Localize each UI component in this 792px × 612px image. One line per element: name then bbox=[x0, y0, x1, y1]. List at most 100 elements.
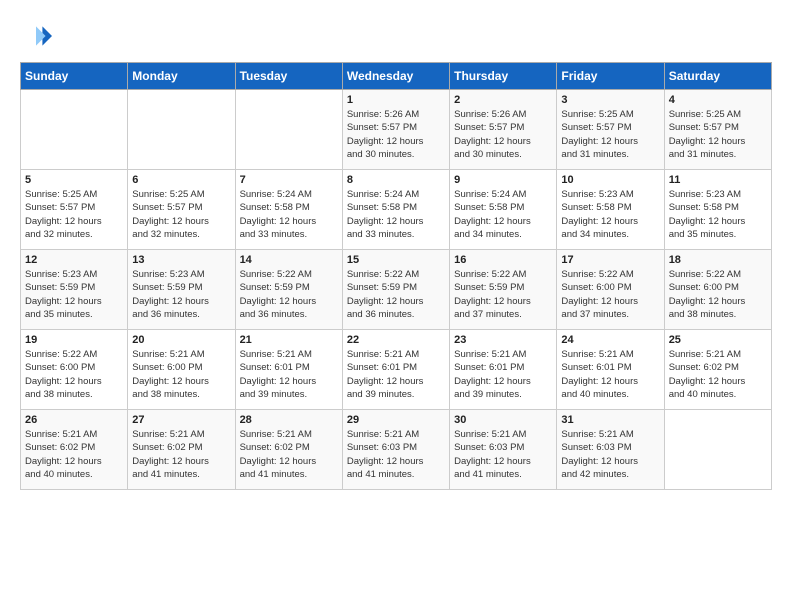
day-number: 31 bbox=[561, 414, 659, 426]
day-number: 23 bbox=[454, 334, 552, 346]
day-cell: 24 Sunrise: 5:21 AM Sunset: 6:01 PM Dayli… bbox=[557, 330, 664, 410]
column-header-saturday: Saturday bbox=[664, 63, 771, 90]
day-number: 2 bbox=[454, 94, 552, 106]
day-number: 19 bbox=[25, 334, 123, 346]
day-info: Sunrise: 5:24 AM Sunset: 5:58 PM Dayligh… bbox=[347, 188, 445, 241]
day-number: 10 bbox=[561, 174, 659, 186]
day-info: Sunrise: 5:23 AM Sunset: 5:58 PM Dayligh… bbox=[669, 188, 767, 241]
day-cell: 23 Sunrise: 5:21 AM Sunset: 6:01 PM Dayli… bbox=[450, 330, 557, 410]
day-cell: 20 Sunrise: 5:21 AM Sunset: 6:00 PM Dayli… bbox=[128, 330, 235, 410]
day-number: 24 bbox=[561, 334, 659, 346]
day-number: 3 bbox=[561, 94, 659, 106]
day-info: Sunrise: 5:21 AM Sunset: 6:02 PM Dayligh… bbox=[132, 428, 230, 481]
day-info: Sunrise: 5:21 AM Sunset: 6:03 PM Dayligh… bbox=[347, 428, 445, 481]
day-cell: 18Sunrise: 5:22 AM Sunset: 6:00 PM Dayli… bbox=[664, 250, 771, 330]
calendar-table: SundayMondayTuesdayWednesdayThursdayFrid… bbox=[20, 62, 772, 490]
day-cell: 27 Sunrise: 5:21 AM Sunset: 6:02 PM Dayli… bbox=[128, 410, 235, 490]
day-cell: 4 Sunrise: 5:25 AM Sunset: 5:57 PM Daylig… bbox=[664, 90, 771, 170]
day-info: Sunrise: 5:22 AM Sunset: 5:59 PM Dayligh… bbox=[454, 268, 552, 321]
day-cell: 31 Sunrise: 5:21 AM Sunset: 6:03 PM Dayli… bbox=[557, 410, 664, 490]
day-number: 7 bbox=[240, 174, 338, 186]
day-cell: 28 Sunrise: 5:21 AM Sunset: 6:02 PM Dayli… bbox=[235, 410, 342, 490]
day-number: 27 bbox=[132, 414, 230, 426]
day-number: 9 bbox=[454, 174, 552, 186]
column-header-monday: Monday bbox=[128, 63, 235, 90]
day-info: Sunrise: 5:21 AM Sunset: 6:03 PM Dayligh… bbox=[454, 428, 552, 481]
day-number: 21 bbox=[240, 334, 338, 346]
day-info: Sunrise: 5:26 AM Sunset: 5:57 PM Dayligh… bbox=[347, 108, 445, 161]
day-info: Sunrise: 5:21 AM Sunset: 6:01 PM Dayligh… bbox=[347, 348, 445, 401]
day-info: Sunrise: 5:21 AM Sunset: 6:02 PM Dayligh… bbox=[25, 428, 123, 481]
day-info: Sunrise: 5:22 AM Sunset: 6:00 PM Dayligh… bbox=[25, 348, 123, 401]
day-info: Sunrise: 5:22 AM Sunset: 5:59 PM Dayligh… bbox=[240, 268, 338, 321]
day-number: 15 bbox=[347, 254, 445, 266]
day-number: 16 bbox=[454, 254, 552, 266]
day-cell: 29Sunrise: 5:21 AM Sunset: 6:03 PM Dayli… bbox=[342, 410, 449, 490]
day-cell: 3 Sunrise: 5:25 AM Sunset: 5:57 PM Daylig… bbox=[557, 90, 664, 170]
header-row: SundayMondayTuesdayWednesdayThursdayFrid… bbox=[21, 63, 772, 90]
day-cell bbox=[235, 90, 342, 170]
day-number: 8 bbox=[347, 174, 445, 186]
day-cell: 19 Sunrise: 5:22 AM Sunset: 6:00 PM Dayli… bbox=[21, 330, 128, 410]
day-cell: 2 Sunrise: 5:26 AM Sunset: 5:57 PM Daylig… bbox=[450, 90, 557, 170]
day-cell: 1 Sunrise: 5:26 AM Sunset: 5:57 PM Daylig… bbox=[342, 90, 449, 170]
day-cell: 26 Sunrise: 5:21 AM Sunset: 6:02 PM Dayli… bbox=[21, 410, 128, 490]
day-cell: 16 Sunrise: 5:22 AM Sunset: 5:59 PM Dayli… bbox=[450, 250, 557, 330]
day-cell bbox=[21, 90, 128, 170]
logo bbox=[20, 20, 58, 52]
day-info: Sunrise: 5:22 AM Sunset: 6:00 PM Dayligh… bbox=[561, 268, 659, 321]
day-number: 20 bbox=[132, 334, 230, 346]
day-info: Sunrise: 5:21 AM Sunset: 6:01 PM Dayligh… bbox=[561, 348, 659, 401]
day-info: Sunrise: 5:23 AM Sunset: 5:59 PM Dayligh… bbox=[25, 268, 123, 321]
day-cell bbox=[664, 410, 771, 490]
day-info: Sunrise: 5:21 AM Sunset: 6:01 PM Dayligh… bbox=[240, 348, 338, 401]
week-row-1: 1 Sunrise: 5:26 AM Sunset: 5:57 PM Daylig… bbox=[21, 90, 772, 170]
column-header-wednesday: Wednesday bbox=[342, 63, 449, 90]
week-row-2: 5 Sunrise: 5:25 AM Sunset: 5:57 PM Daylig… bbox=[21, 170, 772, 250]
day-info: Sunrise: 5:21 AM Sunset: 6:02 PM Dayligh… bbox=[669, 348, 767, 401]
day-cell: 22Sunrise: 5:21 AM Sunset: 6:01 PM Dayli… bbox=[342, 330, 449, 410]
day-info: Sunrise: 5:23 AM Sunset: 5:58 PM Dayligh… bbox=[561, 188, 659, 241]
day-cell: 25 Sunrise: 5:21 AM Sunset: 6:02 PM Dayli… bbox=[664, 330, 771, 410]
day-number: 28 bbox=[240, 414, 338, 426]
day-info: Sunrise: 5:23 AM Sunset: 5:59 PM Dayligh… bbox=[132, 268, 230, 321]
day-cell: 14 Sunrise: 5:22 AM Sunset: 5:59 PM Dayli… bbox=[235, 250, 342, 330]
day-number: 14 bbox=[240, 254, 338, 266]
day-info: Sunrise: 5:21 AM Sunset: 6:02 PM Dayligh… bbox=[240, 428, 338, 481]
day-number: 1 bbox=[347, 94, 445, 106]
day-info: Sunrise: 5:26 AM Sunset: 5:57 PM Dayligh… bbox=[454, 108, 552, 161]
day-info: Sunrise: 5:25 AM Sunset: 5:57 PM Dayligh… bbox=[561, 108, 659, 161]
day-info: Sunrise: 5:21 AM Sunset: 6:03 PM Dayligh… bbox=[561, 428, 659, 481]
column-header-sunday: Sunday bbox=[21, 63, 128, 90]
day-cell: 30 Sunrise: 5:21 AM Sunset: 6:03 PM Dayli… bbox=[450, 410, 557, 490]
column-header-tuesday: Tuesday bbox=[235, 63, 342, 90]
day-cell: 8 Sunrise: 5:24 AM Sunset: 5:58 PM Daylig… bbox=[342, 170, 449, 250]
day-cell: 15 Sunrise: 5:22 AM Sunset: 5:59 PM Dayli… bbox=[342, 250, 449, 330]
day-number: 6 bbox=[132, 174, 230, 186]
day-info: Sunrise: 5:24 AM Sunset: 5:58 PM Dayligh… bbox=[240, 188, 338, 241]
day-number: 13 bbox=[132, 254, 230, 266]
day-info: Sunrise: 5:25 AM Sunset: 5:57 PM Dayligh… bbox=[25, 188, 123, 241]
week-row-5: 26 Sunrise: 5:21 AM Sunset: 6:02 PM Dayli… bbox=[21, 410, 772, 490]
day-cell: 21 Sunrise: 5:21 AM Sunset: 6:01 PM Dayli… bbox=[235, 330, 342, 410]
day-info: Sunrise: 5:21 AM Sunset: 6:00 PM Dayligh… bbox=[132, 348, 230, 401]
day-number: 18 bbox=[669, 254, 767, 266]
day-info: Sunrise: 5:25 AM Sunset: 5:57 PM Dayligh… bbox=[669, 108, 767, 161]
day-cell bbox=[128, 90, 235, 170]
day-info: Sunrise: 5:24 AM Sunset: 5:58 PM Dayligh… bbox=[454, 188, 552, 241]
day-number: 26 bbox=[25, 414, 123, 426]
column-header-friday: Friday bbox=[557, 63, 664, 90]
day-info: Sunrise: 5:22 AM Sunset: 5:59 PM Dayligh… bbox=[347, 268, 445, 321]
day-number: 4 bbox=[669, 94, 767, 106]
day-number: 12 bbox=[25, 254, 123, 266]
week-row-4: 19 Sunrise: 5:22 AM Sunset: 6:00 PM Dayli… bbox=[21, 330, 772, 410]
day-info: Sunrise: 5:21 AM Sunset: 6:01 PM Dayligh… bbox=[454, 348, 552, 401]
day-cell: 9 Sunrise: 5:24 AM Sunset: 5:58 PM Daylig… bbox=[450, 170, 557, 250]
header bbox=[20, 20, 772, 52]
week-row-3: 12 Sunrise: 5:23 AM Sunset: 5:59 PM Dayli… bbox=[21, 250, 772, 330]
day-number: 30 bbox=[454, 414, 552, 426]
day-number: 5 bbox=[25, 174, 123, 186]
day-cell: 12 Sunrise: 5:23 AM Sunset: 5:59 PM Dayli… bbox=[21, 250, 128, 330]
day-info: Sunrise: 5:25 AM Sunset: 5:57 PM Dayligh… bbox=[132, 188, 230, 241]
day-number: 25 bbox=[669, 334, 767, 346]
